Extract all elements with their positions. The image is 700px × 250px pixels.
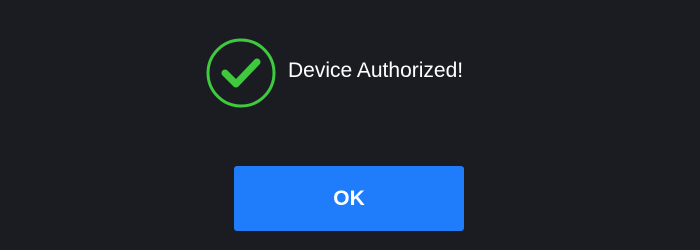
authorization-dialog: Device Authorized! OK [0,0,700,250]
ok-button[interactable]: OK [234,166,464,231]
status-message: Device Authorized! [288,59,464,82]
check-circle-icon [206,38,276,108]
status-row: Device Authorized! [206,38,463,108]
